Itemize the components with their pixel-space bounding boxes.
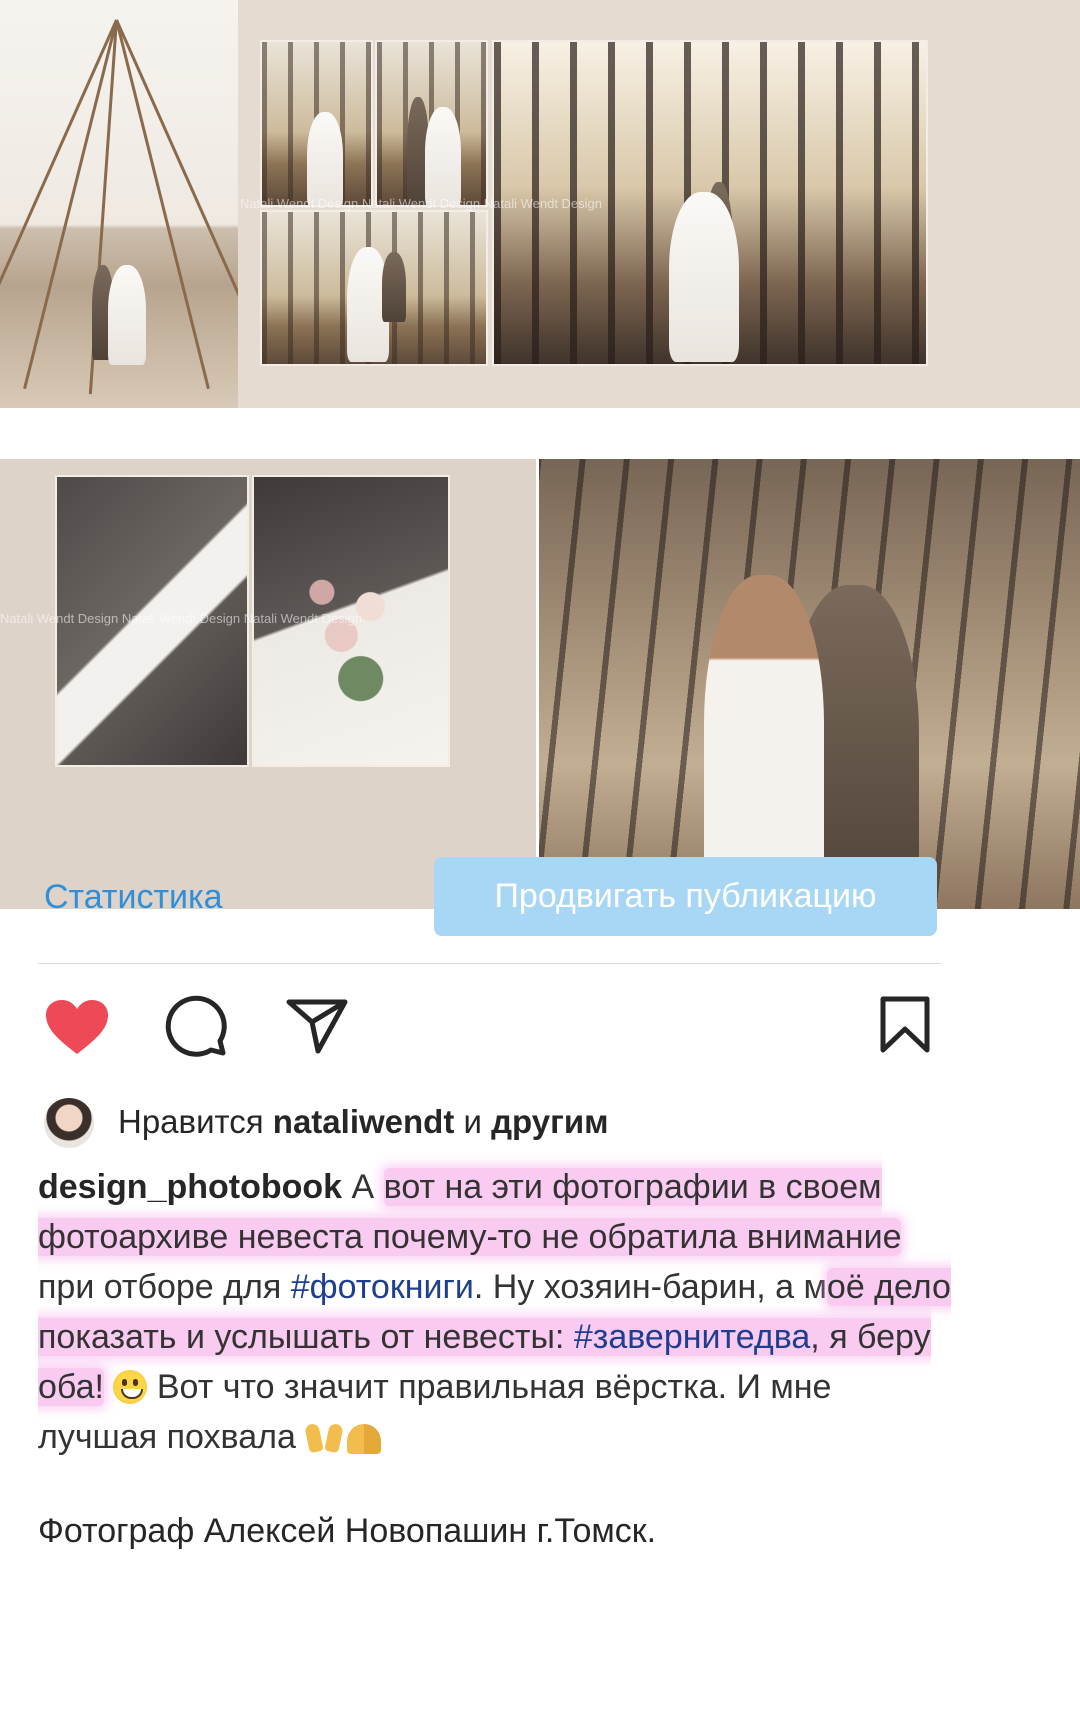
watermark-bottom: Natali Wendt Design Natali Wendt Design …: [0, 611, 363, 626]
grinning-face-icon: [113, 1370, 148, 1404]
caption-text-3: . Ну хозяин-барин, а м: [473, 1268, 827, 1306]
promote-post-button[interactable]: Продвигать публикацию: [434, 857, 937, 936]
likes-middle: и: [463, 1103, 482, 1140]
caption-text-2: при отборе для: [38, 1268, 291, 1306]
post-caption: design_photobook А вот на эти фотографии…: [38, 1162, 958, 1462]
photobook-spread-top[interactable]: Natali Wendt Design Natali Wendt Design …: [0, 0, 1080, 447]
avatar[interactable]: [44, 1098, 94, 1148]
photobook-spread-bottom[interactable]: Natali Wendt Design Natali Wendt Design …: [0, 459, 1080, 909]
hashtag-wrap-two[interactable]: #завернитедва: [574, 1318, 810, 1356]
watermark-top: Natali Wendt Design Natali Wendt Design …: [240, 196, 603, 211]
raising-hands-icon: [304, 1420, 347, 1454]
photo-couple-forest-2: [375, 40, 488, 207]
heart-filled-icon[interactable]: [44, 998, 110, 1056]
folded-hands-icon: [347, 1420, 382, 1454]
spread-left-page: [0, 459, 536, 909]
paper-plane-icon[interactable]: [286, 998, 348, 1054]
likes-others-link[interactable]: другим: [491, 1103, 608, 1140]
photo-couple-log: [260, 210, 488, 366]
photo-couple-close-up: [539, 459, 1080, 909]
photo-couple-forest-1: [260, 40, 373, 207]
hashtag-photobooks[interactable]: #фотокниги: [291, 1268, 474, 1306]
photographer-credit: Фотограф Алексей Новопашин г.Томск.: [38, 1512, 657, 1550]
comment-icon[interactable]: [165, 995, 229, 1057]
caption-text-1: А: [342, 1168, 384, 1206]
likes-prefix: Нравится: [118, 1103, 264, 1140]
liker-username[interactable]: nataliwendt: [273, 1103, 455, 1140]
caption-space: [104, 1368, 113, 1406]
caption-username[interactable]: design_photobook: [38, 1168, 342, 1206]
divider: [38, 963, 942, 964]
photo-teepee-couple: [0, 0, 238, 408]
bookmark-icon[interactable]: [878, 996, 932, 1054]
caption-text-5: Вот что значит правильная вёрстка. И мне…: [38, 1368, 832, 1456]
likes-summary[interactable]: Нравится nataliwendt и другим: [118, 1103, 609, 1141]
statistics-link[interactable]: Статистика: [44, 878, 223, 917]
